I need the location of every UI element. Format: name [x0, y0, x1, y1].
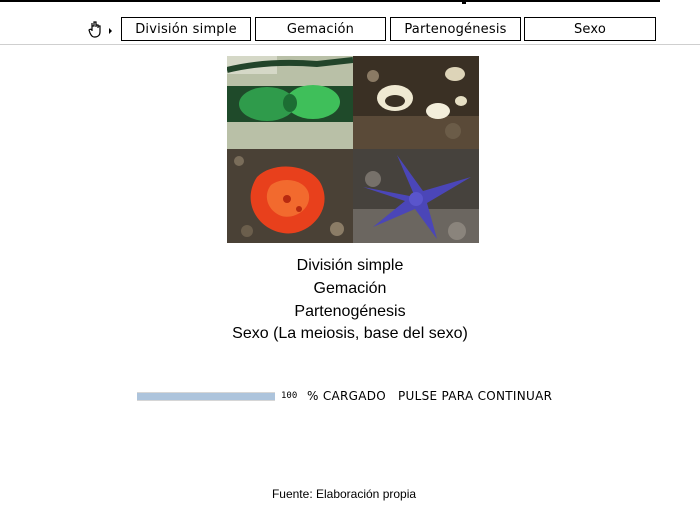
- topic-division-simple: División simple: [296, 257, 404, 274]
- reproduction-photo-collage: [227, 56, 479, 243]
- loaded-label: % CARGADO: [307, 389, 387, 403]
- progress-value: 100: [281, 391, 298, 401]
- tab-gemacion[interactable]: Gemación: [255, 17, 386, 41]
- tab-sexo[interactable]: Sexo: [524, 17, 656, 41]
- nav-divider: [0, 44, 700, 45]
- topic-partenogenesis: Partenogénesis: [294, 303, 406, 320]
- top-rule-marker: [462, 0, 466, 4]
- hand-pointer-icon: [88, 20, 114, 40]
- source-caption: Fuente: Elaboración propia: [271, 487, 417, 501]
- topic-sexo: Sexo (La meiosis, base del sexo): [232, 325, 468, 342]
- cell-division-photo: [227, 56, 353, 149]
- tab-partenogenesis[interactable]: Partenogénesis: [390, 17, 521, 41]
- top-rule: [0, 0, 660, 2]
- red-organism-photo: [227, 149, 353, 243]
- topic-gemacion: Gemación: [313, 280, 387, 297]
- loading-progress-bar: [137, 392, 275, 401]
- continue-button[interactable]: PULSE PARA CONTINUAR: [398, 389, 552, 403]
- tab-division-simple[interactable]: División simple: [121, 17, 251, 41]
- loading-progress-fill: [137, 393, 275, 400]
- starfish-photo: [353, 149, 479, 243]
- larvae-photo: [353, 56, 479, 149]
